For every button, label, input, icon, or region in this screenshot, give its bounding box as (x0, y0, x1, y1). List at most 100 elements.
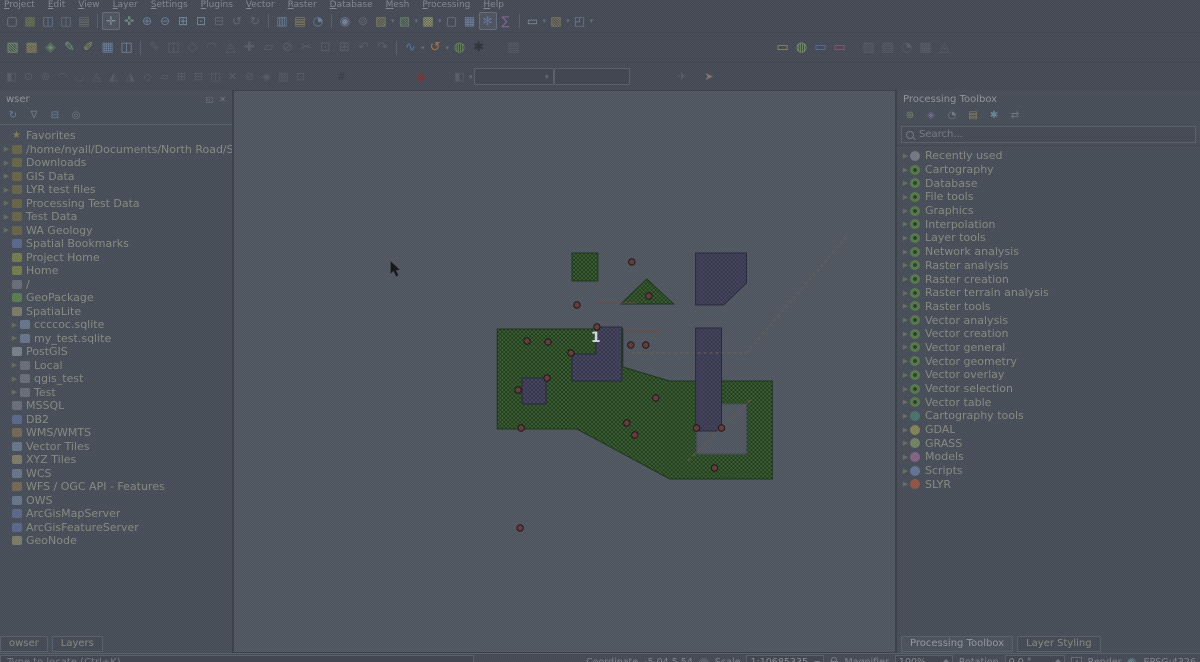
scale-combo[interactable]: 1:10685335 (746, 655, 824, 662)
browser-item[interactable]: WCS (0, 467, 232, 481)
new-shapefile-icon[interactable]: ✎ (60, 38, 79, 57)
menu-vector[interactable]: Vector (246, 0, 275, 10)
expand-arrow-icon[interactable]: ▶ (901, 179, 910, 187)
render-checkbox[interactable]: ✓ (1071, 657, 1082, 662)
browser-item[interactable]: XYZ Tiles (0, 453, 232, 467)
browser-item[interactable]: ▶Test (0, 386, 232, 400)
menu-database[interactable]: Database (330, 0, 373, 10)
refresh-icon[interactable]: ↻ (6, 108, 20, 122)
label-blue-icon[interactable]: ▭ (811, 38, 830, 57)
undo-icon[interactable]: ↶ (354, 38, 373, 57)
browser-item[interactable]: ArcGisMapServer (0, 507, 232, 521)
deselect-features-icon[interactable]: ▩ (419, 12, 437, 30)
measure-icon[interactable]: ▭ (524, 12, 542, 30)
plugin-reload-icon[interactable]: ↺ (426, 38, 445, 57)
show-layouts-icon[interactable]: ◔ (309, 12, 327, 30)
edit-tool-17-icon[interactable]: ▥ (275, 68, 292, 85)
vertex-tool-icon[interactable]: ✚ (240, 38, 259, 57)
toolbox-options-icon[interactable]: ⊛ (903, 108, 917, 122)
expand-arrow-icon[interactable]: ▶ (901, 398, 910, 406)
zoom-out-icon[interactable]: ⊖ (156, 12, 174, 30)
expand-arrow-icon[interactable]: ▶ (901, 343, 910, 351)
toolbox-group[interactable]: ▶ Vector selection (897, 382, 1200, 396)
label-abc-icon[interactable]: ▭ (773, 38, 792, 57)
osm-place-search-icon[interactable]: ◍ (450, 38, 469, 57)
log-messages-icon[interactable]: ▤ (504, 38, 523, 57)
toolbox-group[interactable]: ▶ Vector table (897, 395, 1200, 409)
identify-features-icon[interactable]: ◉ (336, 12, 354, 30)
copy-features-icon[interactable]: ⊡ (316, 38, 335, 57)
toolbox-group[interactable]: ▶ GDAL (897, 423, 1200, 437)
save-edits-icon[interactable]: ◫ (164, 38, 183, 57)
history-icon[interactable]: ◔ (945, 108, 959, 122)
map-svg[interactable]: 1 (234, 91, 895, 652)
expand-arrow-icon[interactable]: ▶ (901, 275, 910, 283)
browser-item[interactable]: ▶WA Geology (0, 224, 232, 238)
diagram-clock-icon[interactable]: ◔ (897, 38, 916, 57)
select-by-value-icon[interactable]: ▧ (396, 12, 414, 30)
extents-toggle-icon[interactable] (699, 658, 709, 662)
processing-toolbox-icon[interactable]: ✻ (479, 12, 497, 30)
zoom-full-icon[interactable]: ⊞ (174, 12, 192, 30)
magnifier-spinbox[interactable]: 100% (895, 655, 953, 662)
models-menu-icon[interactable]: ◈ (924, 108, 938, 122)
toolbox-group[interactable]: ▶ Network analysis (897, 245, 1200, 259)
expand-arrow-icon[interactable]: ▶ (901, 248, 910, 256)
browser-item[interactable]: WMS/WMTS (0, 426, 232, 440)
menu-processing[interactable]: Processing (422, 0, 470, 10)
expand-arrow-icon[interactable]: ▶ (2, 159, 11, 167)
pointer-capture-icon[interactable]: ➤ (701, 68, 718, 85)
expand-arrow-icon[interactable]: ▶ (901, 357, 910, 365)
r-provider-icon[interactable]: ✱ (987, 108, 1001, 122)
expand-arrow-icon[interactable]: ▶ (901, 467, 910, 475)
expand-arrow-icon[interactable]: ▶ (2, 199, 11, 207)
menu-help[interactable]: Help (483, 0, 504, 10)
expand-arrow-icon[interactable]: ▶ (901, 166, 910, 174)
style-manager-icon[interactable]: ▧ (3, 38, 22, 57)
save-project-as-icon[interactable]: ◫ (57, 12, 75, 30)
map-canvas[interactable]: 1 (233, 90, 896, 653)
browser-item[interactable]: / (0, 278, 232, 292)
menu-mesh[interactable]: Mesh (386, 0, 410, 10)
edit-tool-13-icon[interactable]: ◫ (207, 68, 224, 85)
locate-input[interactable]: Type to locate (Ctrl+K) (0, 655, 474, 662)
browser-item[interactable]: Spatial Bookmarks (0, 237, 232, 251)
toolbox-group[interactable]: ▶ Raster tools (897, 300, 1200, 314)
open-project-icon[interactable]: ▩ (21, 12, 39, 30)
expand-arrow-icon[interactable]: ▶ (901, 234, 910, 242)
new-spatialite-icon[interactable]: ✐ (79, 38, 98, 57)
left-dock-tab[interactable]: owser (0, 636, 48, 652)
toolbox-group[interactable]: ▶ Raster analysis (897, 259, 1200, 273)
edit-tool-6-icon[interactable]: ◬ (88, 68, 105, 85)
rotation-spinbox[interactable]: 0.0 ° (1005, 655, 1065, 662)
diagram-options-icon[interactable]: ▧ (859, 38, 878, 57)
browser-item[interactable]: MSSQL (0, 399, 232, 413)
expand-arrow-icon[interactable]: ▶ (2, 145, 11, 153)
debug-icon[interactable]: ✱ (469, 38, 488, 57)
toolbox-group[interactable]: ▶ Cartography tools (897, 409, 1200, 423)
chevron-down-icon[interactable]: ▾ (469, 73, 473, 81)
label-auto-icon[interactable]: ◍ (792, 38, 811, 57)
browser-item[interactable]: ▶Downloads (0, 156, 232, 170)
new-virtual-layer-icon[interactable]: ▦ (98, 38, 117, 57)
menu-raster[interactable]: Raster (288, 0, 317, 10)
pan-to-selection-icon[interactable]: ✜ (120, 12, 138, 30)
delete-selected-icon[interactable]: ⊘ (278, 38, 297, 57)
toolbox-group[interactable]: ▶ Vector general (897, 341, 1200, 355)
new-layout-icon[interactable]: ▥ (273, 12, 291, 30)
float-panel-icon[interactable]: ◱ (206, 95, 214, 104)
digitize-icon[interactable]: ◇ (183, 38, 202, 57)
expand-arrow-icon[interactable]: ▶ (901, 261, 910, 269)
expand-arrow-icon[interactable]: ▶ (901, 152, 910, 160)
edit-tool-9-icon[interactable]: ◇ (139, 68, 156, 85)
toolbar-combo[interactable]: ▾ (474, 68, 554, 85)
toolbox-group[interactable]: ▶ Database (897, 176, 1200, 190)
statistics-icon[interactable]: ∑ (497, 12, 515, 30)
toolbox-group[interactable]: ▶ GRASS (897, 436, 1200, 450)
chevron-down-icon[interactable]: ▾ (438, 17, 442, 25)
menu-view[interactable]: View (78, 0, 99, 10)
toolbox-group[interactable]: ▶ Scripts (897, 464, 1200, 478)
chevron-down-icon[interactable]: ▾ (566, 17, 570, 25)
edit-tool-12-icon[interactable]: ⊟ (190, 68, 207, 85)
expand-arrow-icon[interactable]: ▶ (901, 193, 910, 201)
